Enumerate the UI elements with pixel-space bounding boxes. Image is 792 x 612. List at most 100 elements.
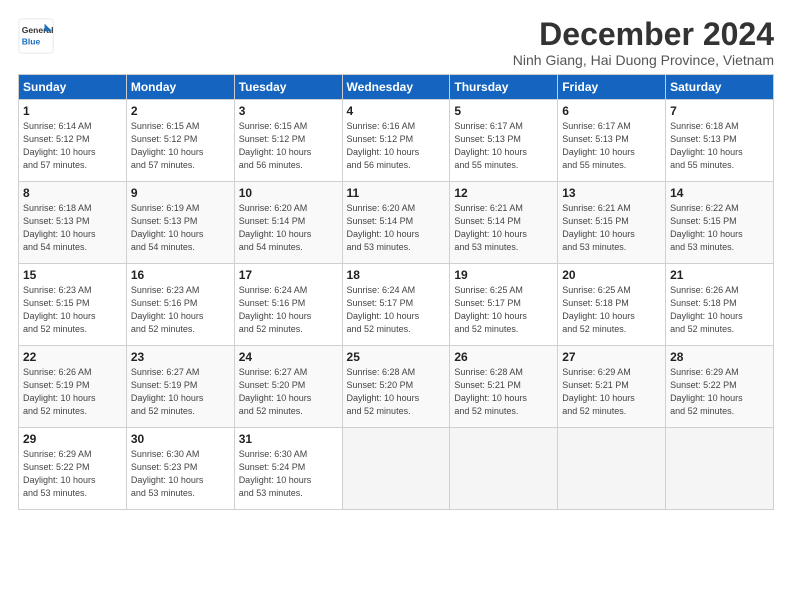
header-sunday: Sunday xyxy=(19,75,127,100)
day-info: Sunrise: 6:24 AM Sunset: 5:17 PM Dayligh… xyxy=(347,284,446,336)
day-info: Sunrise: 6:27 AM Sunset: 5:20 PM Dayligh… xyxy=(239,366,338,418)
day-info: Sunrise: 6:30 AM Sunset: 5:23 PM Dayligh… xyxy=(131,448,230,500)
table-row: 11Sunrise: 6:20 AM Sunset: 5:14 PM Dayli… xyxy=(342,182,450,264)
calendar-week-row: 1 Sunrise: 6:14 AM Sunset: 5:12 PM Daylig… xyxy=(19,100,774,182)
day-info: Sunrise: 6:28 AM Sunset: 5:20 PM Dayligh… xyxy=(347,366,446,418)
day-info: Sunrise: 6:25 AM Sunset: 5:17 PM Dayligh… xyxy=(454,284,553,336)
table-row: 10 Sunrise: 6:20 AM Sunset: 5:14 PM Dayli… xyxy=(234,182,342,264)
day-info: Sunrise: 6:29 AM Sunset: 5:22 PM Dayligh… xyxy=(670,366,769,418)
day-info: Sunrise: 6:20 AM Sunset: 5:14 PM Dayligh… xyxy=(347,202,446,254)
day-number: 15 xyxy=(23,268,122,282)
day-number: 16 xyxy=(131,268,230,282)
logo: General Blue xyxy=(18,18,58,54)
day-info: Sunrise: 6:23 AM Sunset: 5:15 PM Dayligh… xyxy=(23,284,122,336)
table-row: 22 Sunrise: 6:26 AM Sunset: 5:19 PM Dayli… xyxy=(19,346,127,428)
day-info: Sunrise: 6:17 AM Sunset: 5:13 PM Dayligh… xyxy=(454,120,553,172)
table-row: 17Sunrise: 6:24 AM Sunset: 5:16 PM Dayli… xyxy=(234,264,342,346)
table-row: 13 Sunrise: 6:21 AM Sunset: 5:15 PM Dayli… xyxy=(558,182,666,264)
day-number: 3 xyxy=(239,104,338,118)
day-number: 27 xyxy=(562,350,661,364)
table-row: 1 Sunrise: 6:14 AM Sunset: 5:12 PM Daylig… xyxy=(19,100,127,182)
location-subtitle: Ninh Giang, Hai Duong Province, Vietnam xyxy=(513,52,774,68)
day-number: 5 xyxy=(454,104,553,118)
day-info: Sunrise: 6:20 AM Sunset: 5:14 PM Dayligh… xyxy=(239,202,338,254)
day-number: 9 xyxy=(131,186,230,200)
day-number: 28 xyxy=(670,350,769,364)
calendar-table: Sunday Monday Tuesday Wednesday Thursday… xyxy=(18,74,774,510)
day-number: 25 xyxy=(347,350,446,364)
table-row: 23 Sunrise: 6:27 AM Sunset: 5:19 PM Dayli… xyxy=(126,346,234,428)
table-row: 30 Sunrise: 6:30 AM Sunset: 5:23 PM Dayli… xyxy=(126,428,234,510)
svg-text:Blue: Blue xyxy=(22,37,41,47)
day-number: 26 xyxy=(454,350,553,364)
table-row: 4 Sunrise: 6:16 AM Sunset: 5:12 PM Daylig… xyxy=(342,100,450,182)
title-block: December 2024 Ninh Giang, Hai Duong Prov… xyxy=(513,18,774,68)
table-row: 3Sunrise: 6:15 AM Sunset: 5:12 PM Daylig… xyxy=(234,100,342,182)
day-info: Sunrise: 6:26 AM Sunset: 5:18 PM Dayligh… xyxy=(670,284,769,336)
table-row xyxy=(666,428,774,510)
table-row: 16 Sunrise: 6:23 AM Sunset: 5:16 PM Dayli… xyxy=(126,264,234,346)
table-row: 27 Sunrise: 6:29 AM Sunset: 5:21 PM Dayli… xyxy=(558,346,666,428)
table-row: 28 Sunrise: 6:29 AM Sunset: 5:22 PM Dayli… xyxy=(666,346,774,428)
day-number: 6 xyxy=(562,104,661,118)
day-number: 12 xyxy=(454,186,553,200)
table-row: 12Sunrise: 6:21 AM Sunset: 5:14 PM Dayli… xyxy=(450,182,558,264)
day-info: Sunrise: 6:28 AM Sunset: 5:21 PM Dayligh… xyxy=(454,366,553,418)
month-title: December 2024 xyxy=(513,18,774,50)
table-row: 24 Sunrise: 6:27 AM Sunset: 5:20 PM Dayli… xyxy=(234,346,342,428)
table-row: 31 Sunrise: 6:30 AM Sunset: 5:24 PM Dayli… xyxy=(234,428,342,510)
calendar-week-row: 8Sunrise: 6:18 AM Sunset: 5:13 PM Daylig… xyxy=(19,182,774,264)
day-info: Sunrise: 6:25 AM Sunset: 5:18 PM Dayligh… xyxy=(562,284,661,336)
day-info: Sunrise: 6:18 AM Sunset: 5:13 PM Dayligh… xyxy=(670,120,769,172)
day-info: Sunrise: 6:15 AM Sunset: 5:12 PM Dayligh… xyxy=(131,120,230,172)
table-row: 18 Sunrise: 6:24 AM Sunset: 5:17 PM Dayli… xyxy=(342,264,450,346)
day-info: Sunrise: 6:21 AM Sunset: 5:15 PM Dayligh… xyxy=(562,202,661,254)
day-info: Sunrise: 6:26 AM Sunset: 5:19 PM Dayligh… xyxy=(23,366,122,418)
day-info: Sunrise: 6:22 AM Sunset: 5:15 PM Dayligh… xyxy=(670,202,769,254)
day-number: 20 xyxy=(562,268,661,282)
table-row: 29Sunrise: 6:29 AM Sunset: 5:22 PM Dayli… xyxy=(19,428,127,510)
table-row: 2Sunrise: 6:15 AM Sunset: 5:12 PM Daylig… xyxy=(126,100,234,182)
day-number: 14 xyxy=(670,186,769,200)
day-number: 10 xyxy=(239,186,338,200)
table-row: 21Sunrise: 6:26 AM Sunset: 5:18 PM Dayli… xyxy=(666,264,774,346)
day-info: Sunrise: 6:30 AM Sunset: 5:24 PM Dayligh… xyxy=(239,448,338,500)
calendar-header-row: Sunday Monday Tuesday Wednesday Thursday… xyxy=(19,75,774,100)
day-number: 22 xyxy=(23,350,122,364)
table-row: 25 Sunrise: 6:28 AM Sunset: 5:20 PM Dayli… xyxy=(342,346,450,428)
day-number: 8 xyxy=(23,186,122,200)
day-info: Sunrise: 6:16 AM Sunset: 5:12 PM Dayligh… xyxy=(347,120,446,172)
day-info: Sunrise: 6:23 AM Sunset: 5:16 PM Dayligh… xyxy=(131,284,230,336)
day-number: 30 xyxy=(131,432,230,446)
day-number: 18 xyxy=(347,268,446,282)
logo-icon: General Blue xyxy=(18,18,54,54)
calendar-week-row: 22 Sunrise: 6:26 AM Sunset: 5:19 PM Dayli… xyxy=(19,346,774,428)
day-number: 7 xyxy=(670,104,769,118)
table-row xyxy=(342,428,450,510)
header-monday: Monday xyxy=(126,75,234,100)
day-number: 29 xyxy=(23,432,122,446)
day-number: 13 xyxy=(562,186,661,200)
table-row: 9 Sunrise: 6:19 AM Sunset: 5:13 PM Daylig… xyxy=(126,182,234,264)
table-row: 20 Sunrise: 6:25 AM Sunset: 5:18 PM Dayli… xyxy=(558,264,666,346)
header-thursday: Thursday xyxy=(450,75,558,100)
table-row: 5 Sunrise: 6:17 AM Sunset: 5:13 PM Daylig… xyxy=(450,100,558,182)
calendar-page: General Blue December 2024 Ninh Giang, H… xyxy=(0,0,792,612)
table-row: 8Sunrise: 6:18 AM Sunset: 5:13 PM Daylig… xyxy=(19,182,127,264)
day-number: 1 xyxy=(23,104,122,118)
day-info: Sunrise: 6:19 AM Sunset: 5:13 PM Dayligh… xyxy=(131,202,230,254)
header-wednesday: Wednesday xyxy=(342,75,450,100)
day-number: 17 xyxy=(239,268,338,282)
header-saturday: Saturday xyxy=(666,75,774,100)
day-number: 23 xyxy=(131,350,230,364)
table-row xyxy=(450,428,558,510)
day-info: Sunrise: 6:29 AM Sunset: 5:21 PM Dayligh… xyxy=(562,366,661,418)
day-info: Sunrise: 6:14 AM Sunset: 5:12 PM Dayligh… xyxy=(23,120,122,172)
table-row: 26 Sunrise: 6:28 AM Sunset: 5:21 PM Dayli… xyxy=(450,346,558,428)
day-info: Sunrise: 6:27 AM Sunset: 5:19 PM Dayligh… xyxy=(131,366,230,418)
day-number: 24 xyxy=(239,350,338,364)
table-row xyxy=(558,428,666,510)
day-number: 31 xyxy=(239,432,338,446)
day-number: 4 xyxy=(347,104,446,118)
header: General Blue December 2024 Ninh Giang, H… xyxy=(18,18,774,68)
